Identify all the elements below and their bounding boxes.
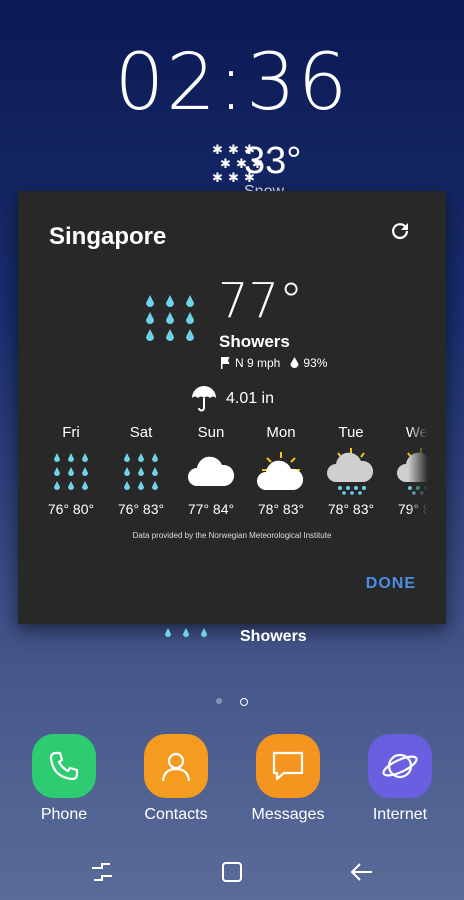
done-button[interactable]: DONE bbox=[366, 575, 416, 593]
flag-icon bbox=[221, 357, 230, 369]
droplet-icon bbox=[290, 357, 299, 368]
precipitation-row: 4.01 in bbox=[18, 386, 446, 412]
forecast-range: 78° 83° bbox=[327, 501, 375, 517]
current-condition: Showers bbox=[219, 332, 290, 351]
app-contacts[interactable]: Contacts bbox=[126, 734, 226, 824]
forecast-day-name: Fri bbox=[62, 424, 80, 441]
forecast-range: 76° 80° bbox=[47, 501, 95, 517]
home-icon[interactable] bbox=[218, 858, 246, 886]
forecast-day: Tue 78° 83° bbox=[316, 423, 386, 517]
forecast-day-name: Mon bbox=[266, 424, 296, 441]
app-internet[interactable]: Internet bbox=[350, 734, 450, 824]
weather-card: Singapore 77° Showers N 9 mph 93% 4.01 i… bbox=[18, 191, 446, 624]
forecast-strip[interactable]: Fri 76° 80° Sat 76° 83° Sun 77° 84° Mon … bbox=[36, 423, 428, 523]
wind-humidity-row: N 9 mph 93% bbox=[220, 356, 327, 370]
app-label: Phone bbox=[40, 806, 88, 823]
umbrella-icon bbox=[191, 386, 216, 412]
app-label: Messages bbox=[251, 806, 325, 823]
app-label: Contacts bbox=[144, 806, 208, 823]
app-label: Internet bbox=[372, 806, 428, 823]
data-credit: Data provided by the Norwegian Meteorolo… bbox=[132, 531, 332, 540]
forecast-day-name: Sat bbox=[129, 424, 153, 441]
humidity-value: 93% bbox=[303, 356, 328, 370]
svg-text:✱: ✱ bbox=[220, 157, 231, 172]
svg-text:✱: ✱ bbox=[228, 143, 239, 158]
precipitation-value: 4.01 in bbox=[225, 390, 275, 407]
app-phone[interactable]: Phone bbox=[14, 734, 114, 824]
forecast-day: Sat 76° 83° bbox=[106, 423, 176, 517]
forecast-day: Fri 76° 80° bbox=[36, 423, 106, 517]
forecast-fade bbox=[408, 423, 428, 523]
rain-icon bbox=[146, 295, 194, 341]
rain-icon bbox=[165, 628, 207, 637]
bg-showers-label: Showers bbox=[240, 628, 307, 645]
internet-icon[interactable] bbox=[368, 734, 432, 798]
page-dot-active[interactable] bbox=[240, 698, 248, 706]
rain-icon bbox=[124, 453, 158, 490]
current-temperature: 77° bbox=[218, 273, 304, 329]
forecast-range: 76° 83° bbox=[117, 501, 165, 517]
forecast-day: Mon 78° 83° bbox=[246, 423, 316, 517]
bg-temperature: 33° bbox=[244, 140, 302, 182]
page-indicator bbox=[0, 698, 464, 706]
messages-icon[interactable] bbox=[256, 734, 320, 798]
wind-value: N 9 mph bbox=[235, 356, 281, 370]
svg-text:✱: ✱ bbox=[212, 143, 223, 158]
navigation-bar bbox=[0, 850, 464, 894]
city-name: Singapore bbox=[49, 223, 167, 250]
recent-apps-icon[interactable] bbox=[88, 858, 116, 886]
forecast-day-name: Tue bbox=[338, 424, 364, 441]
rain-icon bbox=[54, 453, 88, 490]
page-dot[interactable] bbox=[216, 698, 222, 704]
forecast-day: Sun 77° 84° bbox=[176, 423, 246, 517]
partly-cloudy-icon bbox=[257, 452, 304, 490]
cloud-icon bbox=[188, 456, 235, 486]
forecast-range: 77° 84° bbox=[187, 501, 235, 517]
back-icon[interactable] bbox=[348, 858, 376, 886]
svg-text:✱: ✱ bbox=[228, 171, 239, 186]
forecast-range: 78° 83° bbox=[257, 501, 305, 517]
refresh-icon[interactable] bbox=[388, 219, 412, 243]
phone-icon[interactable] bbox=[32, 734, 96, 798]
contacts-icon[interactable] bbox=[144, 734, 208, 798]
app-messages[interactable]: Messages bbox=[238, 734, 338, 824]
svg-text:✱: ✱ bbox=[212, 171, 223, 186]
lockscreen-clock: 02:36 bbox=[114, 38, 350, 128]
partly-cloudy-rain-icon bbox=[327, 448, 374, 495]
forecast-day-name: Sun bbox=[197, 424, 225, 441]
